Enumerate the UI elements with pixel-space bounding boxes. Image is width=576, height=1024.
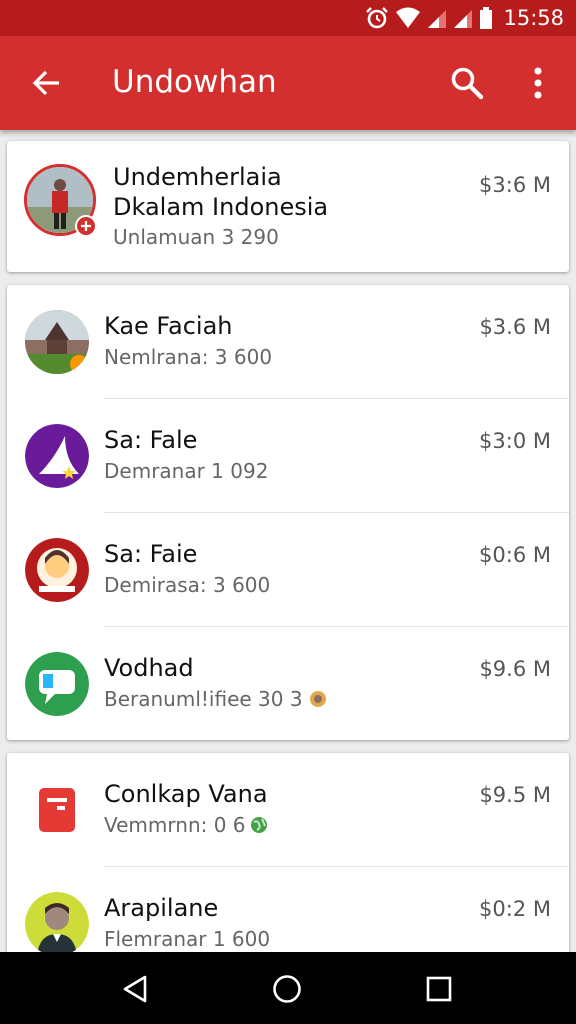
list-item-title: Conlkap Vana (104, 780, 268, 808)
search-button[interactable] (444, 60, 490, 106)
list-item-subtitle: Demirasa: 3 600 (104, 573, 271, 597)
list-item[interactable]: Kae Faciah Nemlrana: 3 600 $3.6 M (7, 285, 569, 399)
list-item-subtitle: Nemlrana: 3 600 (104, 345, 273, 369)
alarm-icon (366, 7, 389, 29)
list-item-title: Sa: Fale (104, 426, 198, 454)
list-card: Conlkap Vana Vemmrnn: 0 6 $9.5 M Arapila… (7, 753, 569, 963)
signal-icon (428, 10, 447, 28)
plus-badge-icon (75, 215, 97, 237)
status-icons: 15:58 (365, 5, 564, 31)
coin-icon (309, 691, 326, 707)
list-item-title: Arapilane (104, 894, 219, 922)
list-item-title: Sa: Faie (104, 540, 198, 568)
more-options-button[interactable] (516, 60, 560, 106)
nav-back-icon (123, 975, 147, 1003)
portrait-icon (25, 538, 89, 602)
globe-icon (250, 817, 267, 833)
list-item-subtitle: Demranar 1 092 (104, 459, 269, 483)
header-price: $3:6 M (479, 173, 551, 197)
app-icon (39, 788, 75, 832)
back-button[interactable] (24, 61, 68, 105)
avatar (25, 424, 89, 488)
nav-home-icon (273, 975, 301, 1003)
header-title-line1: Undemherlaia (113, 163, 282, 191)
nav-back-button[interactable] (110, 964, 160, 1014)
list-item[interactable]: Vodhad Beranuml!ifiee 30 3 $9.6 M (7, 627, 569, 740)
avatar (25, 778, 89, 842)
list-item[interactable]: Sa: Faie Demirasa: 3 600 $0:6 M (7, 513, 569, 627)
header-title-line2: Dkalam Indonesia (113, 193, 329, 221)
header-card[interactable]: Undemherlaia Dkalam Indonesia Unlamuan 3… (7, 141, 569, 272)
avatar (25, 892, 89, 956)
list-item-price: $3:0 M (479, 429, 551, 453)
wifi-icon (396, 7, 421, 28)
avatar (25, 538, 89, 602)
battery-icon (480, 7, 493, 29)
page-title: Undowhan (112, 64, 277, 100)
list-item[interactable]: Arapilane Flemranar 1 600 $0:2 M (7, 867, 569, 963)
nav-home-button[interactable] (262, 964, 312, 1014)
status-time: 15:58 (503, 6, 564, 30)
status-bar: 15:58 (0, 0, 576, 36)
list-item-title: Kae Faciah (104, 312, 233, 340)
header-subtitle: Unlamuan 3 290 (113, 225, 279, 249)
avatar (24, 164, 97, 237)
list-card: Kae Faciah Nemlrana: 3 600 $3.6 M Sa: Fa… (7, 285, 569, 740)
list-item[interactable]: Sa: Fale Demranar 1 092 $3:0 M (7, 399, 569, 513)
list-item-subtitle: Beranuml!ifiee 30 3 (104, 687, 327, 711)
nav-recents-icon (426, 976, 452, 1002)
list-item-title: Vodhad (104, 654, 194, 682)
chat-bubble-icon (25, 652, 89, 716)
more-vert-icon (534, 67, 542, 99)
list-item-price: $3.6 M (479, 315, 551, 339)
person-photo-icon (25, 892, 89, 956)
list-item-subtitle-text: Vemmrnn: 0 6 (104, 813, 246, 837)
list-item-price: $0:2 M (479, 897, 551, 921)
back-arrow-icon (32, 70, 59, 96)
avatar (25, 310, 89, 374)
list-item-subtitle: Vemmrnn: 0 6 (104, 813, 268, 837)
list-item-price: $9.5 M (479, 783, 551, 807)
list-item-subtitle-text: Beranuml!ifiee 30 3 (104, 687, 303, 711)
avatar (25, 652, 89, 716)
list-item-subtitle: Flemranar 1 600 (104, 927, 271, 951)
signal-icon (454, 10, 473, 28)
wizard-icon (25, 424, 89, 488)
search-icon (451, 67, 484, 100)
list-item-price: $0:6 M (479, 543, 551, 567)
list-item-price: $9.6 M (479, 657, 551, 681)
nav-bar (0, 952, 576, 1024)
building-icon (25, 310, 89, 374)
app-bar: Undowhan (0, 36, 576, 130)
nav-recents-button[interactable] (414, 964, 464, 1014)
list-item[interactable]: Conlkap Vana Vemmrnn: 0 6 $9.5 M (7, 753, 569, 867)
